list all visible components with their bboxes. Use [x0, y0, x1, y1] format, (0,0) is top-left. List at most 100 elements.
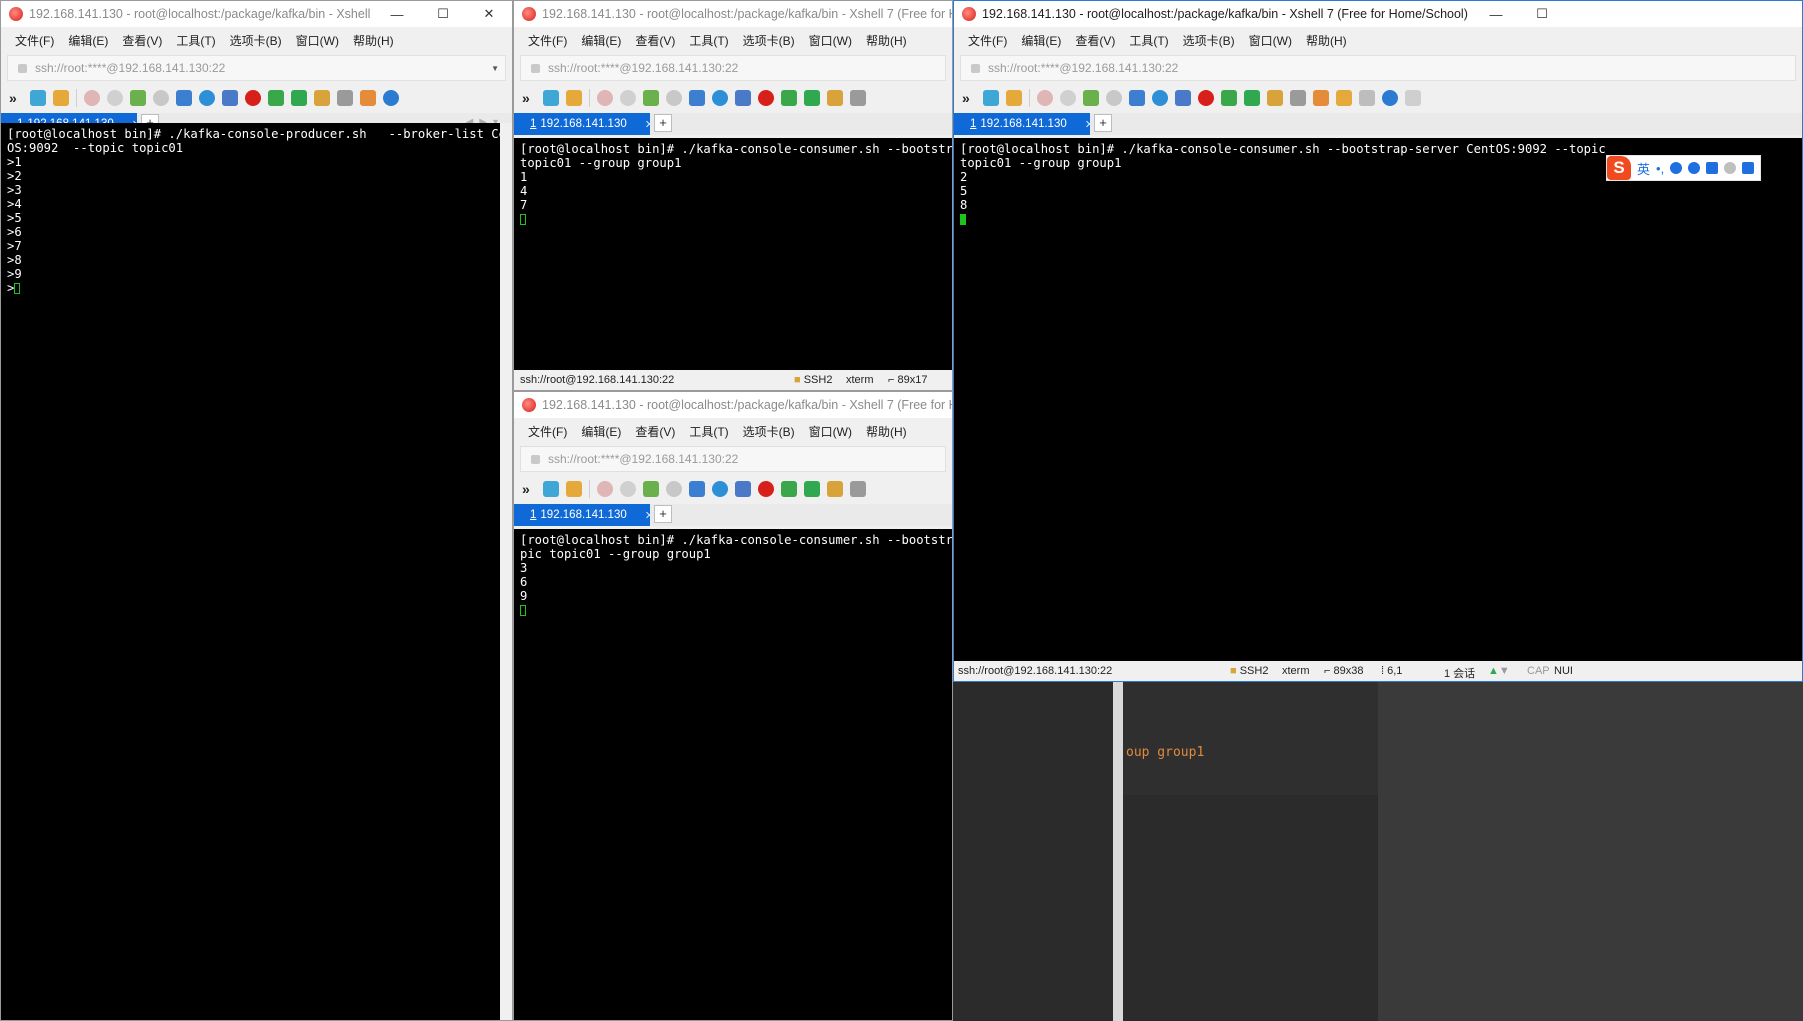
menu-help[interactable]: 帮助(H) [353, 32, 394, 49]
new-session-icon[interactable] [983, 90, 999, 106]
disconnect-icon[interactable] [620, 481, 636, 497]
menu-view[interactable]: 查看(V) [635, 423, 675, 440]
address-bar[interactable]: ssh://root:****@192.168.141.130:22 [520, 446, 946, 472]
menu-view[interactable]: 查看(V) [635, 32, 675, 49]
terminal[interactable]: [root@localhost bin]# ./kafka-console-co… [954, 138, 1802, 661]
producer-window[interactable]: 192.168.141.130 - root@localhost:/packag… [0, 0, 513, 1021]
menu-tools[interactable]: 工具(T) [689, 32, 728, 49]
new-session-icon[interactable] [543, 90, 559, 106]
minimize-button[interactable]: — [1473, 1, 1519, 27]
fullscreen-icon[interactable] [804, 481, 820, 497]
fullscreen-icon[interactable] [804, 90, 820, 106]
layout-icon[interactable] [176, 90, 192, 106]
layout-icon[interactable] [689, 90, 705, 106]
xshell-icon[interactable] [1198, 90, 1214, 106]
menu-window[interactable]: 窗口(W) [1249, 32, 1292, 49]
terminal[interactable]: [root@localhost bin]# ./kafka-console-co… [514, 529, 952, 1020]
font-icon[interactable] [1175, 90, 1191, 106]
menu-file[interactable]: 文件(F) [528, 423, 567, 440]
menu-view[interactable]: 查看(V) [122, 32, 162, 49]
terminal-scrollbar[interactable] [500, 123, 512, 1020]
connect-icon[interactable] [1037, 90, 1053, 106]
session-tab[interactable]: 1 192.168.141.130 ✕ [954, 113, 1094, 135]
session-tab[interactable]: 1 192.168.141.130 ✕ [514, 113, 654, 135]
chat-icon[interactable] [1405, 90, 1421, 106]
ime-punctuation[interactable]: •, [1656, 161, 1664, 176]
lock-screen-icon[interactable] [827, 481, 843, 497]
menu-help[interactable]: 帮助(H) [866, 32, 907, 49]
toolbar-overflow-icon[interactable]: » [522, 481, 536, 497]
search-icon[interactable] [153, 90, 169, 106]
maximize-button[interactable]: ☐ [420, 1, 466, 27]
disconnect-icon[interactable] [107, 90, 123, 106]
disconnect-icon[interactable] [1060, 90, 1076, 106]
lock-screen-icon[interactable] [1267, 90, 1283, 106]
properties-icon[interactable] [643, 481, 659, 497]
microphone-icon[interactable] [1688, 162, 1701, 174]
tab-close-icon[interactable]: ✕ [645, 118, 654, 131]
title-bar[interactable]: 192.168.141.130 - root@localhost:/packag… [1, 1, 512, 27]
connect-icon[interactable] [597, 90, 613, 106]
xftp-icon[interactable] [268, 90, 284, 106]
search-icon[interactable] [666, 481, 682, 497]
keyboard-icon[interactable] [850, 90, 866, 106]
menu-tabs[interactable]: 选项卡(B) [230, 32, 282, 49]
ime-language[interactable]: 英 [1637, 159, 1650, 178]
maximize-button[interactable]: ☐ [1519, 1, 1565, 27]
toolbar-overflow-icon[interactable]: » [962, 90, 976, 106]
properties-icon[interactable] [130, 90, 146, 106]
properties-icon[interactable] [643, 90, 659, 106]
globe-icon[interactable] [199, 90, 215, 106]
menu-edit[interactable]: 编辑(E) [68, 32, 108, 49]
highlight-icon[interactable] [360, 90, 376, 106]
layout-icon[interactable] [1129, 90, 1145, 106]
minimize-button[interactable]: — [374, 1, 420, 27]
globe-icon[interactable] [712, 90, 728, 106]
xshell-icon[interactable] [245, 90, 261, 106]
toolbar-overflow-icon[interactable]: » [522, 90, 536, 106]
menu-file[interactable]: 文件(F) [968, 32, 1007, 49]
menu-help[interactable]: 帮助(H) [866, 423, 907, 440]
xftp-icon[interactable] [781, 90, 797, 106]
folder-transfer-icon[interactable] [1336, 90, 1352, 106]
skin-icon[interactable] [1742, 162, 1755, 174]
keyboard-icon[interactable] [1290, 90, 1306, 106]
menu-help[interactable]: 帮助(H) [1306, 32, 1347, 49]
menu-tools[interactable]: 工具(T) [176, 32, 215, 49]
menu-window[interactable]: 窗口(W) [809, 32, 852, 49]
menu-tabs[interactable]: 选项卡(B) [743, 423, 795, 440]
disconnect-icon[interactable] [620, 90, 636, 106]
tab-close-icon[interactable]: ✕ [1085, 118, 1094, 131]
xftp-icon[interactable] [781, 481, 797, 497]
lock-screen-icon[interactable] [314, 90, 330, 106]
terminal[interactable]: [root@localhost bin]# ./kafka-console-co… [514, 138, 952, 370]
properties-icon[interactable] [1083, 90, 1099, 106]
font-icon[interactable] [222, 90, 238, 106]
keyboard-icon[interactable] [850, 481, 866, 497]
open-folder-icon[interactable] [53, 90, 69, 106]
close-button[interactable]: ✕ [466, 1, 512, 27]
help-icon[interactable] [1382, 90, 1398, 106]
user-icon[interactable] [1724, 162, 1737, 174]
menu-view[interactable]: 查看(V) [1075, 32, 1115, 49]
menu-tools[interactable]: 工具(T) [1129, 32, 1168, 49]
menu-tabs[interactable]: 选项卡(B) [1183, 32, 1235, 49]
toolbar-overflow-icon[interactable]: » [9, 90, 23, 106]
title-bar[interactable]: 192.168.141.130 - root@localhost:/packag… [514, 1, 952, 27]
address-bar[interactable]: ssh://root:****@192.168.141.130:22 ▼ [7, 55, 506, 81]
tab-close-icon[interactable]: ✕ [645, 509, 654, 522]
globe-icon[interactable] [712, 481, 728, 497]
font-icon[interactable] [735, 481, 751, 497]
soft-keyboard-icon[interactable] [1706, 162, 1719, 174]
session-tab[interactable]: 1 192.168.141.130 ✕ [514, 504, 654, 526]
menu-window[interactable]: 窗口(W) [296, 32, 339, 49]
terminal[interactable]: [root@localhost bin]# ./kafka-console-pr… [1, 123, 500, 1020]
globe-icon[interactable] [1152, 90, 1168, 106]
font-icon[interactable] [735, 90, 751, 106]
new-session-icon[interactable] [30, 90, 46, 106]
fullscreen-icon[interactable] [1244, 90, 1260, 106]
menu-tools[interactable]: 工具(T) [689, 423, 728, 440]
lock-screen-icon[interactable] [827, 90, 843, 106]
menu-file[interactable]: 文件(F) [15, 32, 54, 49]
search-icon[interactable] [666, 90, 682, 106]
